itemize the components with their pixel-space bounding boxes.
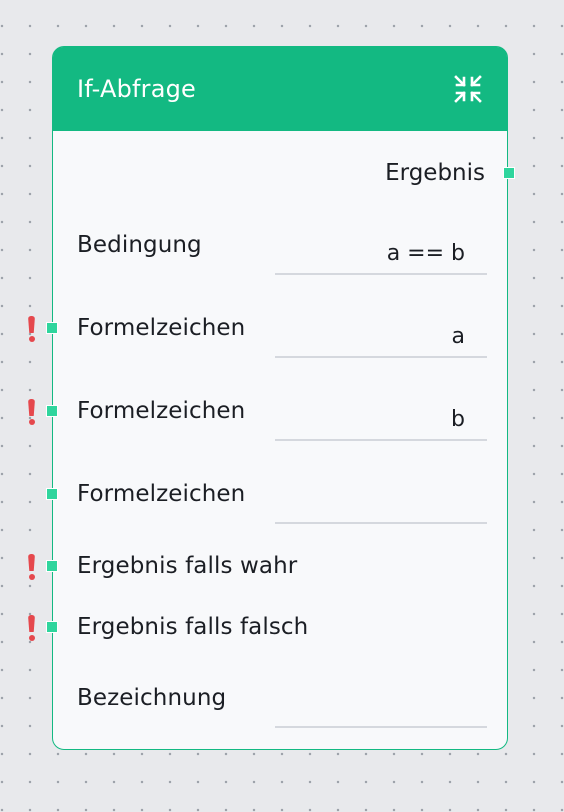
row-label-formelzeichen-3: Formelzeichen (77, 481, 246, 507)
collapse-arrows-icon[interactable] (453, 74, 483, 104)
warning-icon (27, 399, 37, 425)
formelzeichen-2-field[interactable]: b (275, 401, 487, 441)
output-port-ergebnis[interactable] (503, 167, 515, 179)
bedingung-value: a == b (386, 241, 465, 266)
input-port-formelzeichen-3[interactable] (46, 488, 58, 500)
warning-icon (27, 554, 37, 580)
output-label: Ergebnis (385, 160, 485, 186)
row-label-ergebnis-falls-falsch: Ergebnis falls falsch (77, 614, 309, 640)
input-port-ergebnis-falls-wahr[interactable] (46, 560, 58, 572)
formelzeichen-2-value: b (451, 407, 465, 432)
row-label-bezeichnung: Bezeichnung (77, 685, 227, 711)
row-label-formelzeichen-1: Formelzeichen (77, 315, 246, 341)
formelzeichen-1-value: a (451, 324, 465, 349)
if-query-node[interactable]: If-Abfrage Ergebnis Bedingung a == b For… (28, 46, 515, 750)
formelzeichen-1-field[interactable]: a (275, 318, 487, 358)
formelzeichen-3-field[interactable] (275, 484, 487, 524)
warning-icon (27, 615, 37, 641)
warning-icon (27, 316, 37, 342)
bedingung-field[interactable]: a == b (275, 235, 487, 275)
node-title: If-Abfrage (77, 75, 197, 103)
bezeichnung-field[interactable] (275, 688, 487, 728)
input-port-formelzeichen-1[interactable] (46, 322, 58, 334)
row-label-bedingung: Bedingung (77, 232, 202, 258)
row-label-formelzeichen-2: Formelzeichen (77, 398, 246, 424)
row-label-ergebnis-falls-wahr: Ergebnis falls wahr (77, 553, 298, 579)
input-port-ergebnis-falls-falsch[interactable] (46, 621, 58, 633)
input-port-formelzeichen-2[interactable] (46, 405, 58, 417)
node-header[interactable]: If-Abfrage (53, 47, 507, 131)
